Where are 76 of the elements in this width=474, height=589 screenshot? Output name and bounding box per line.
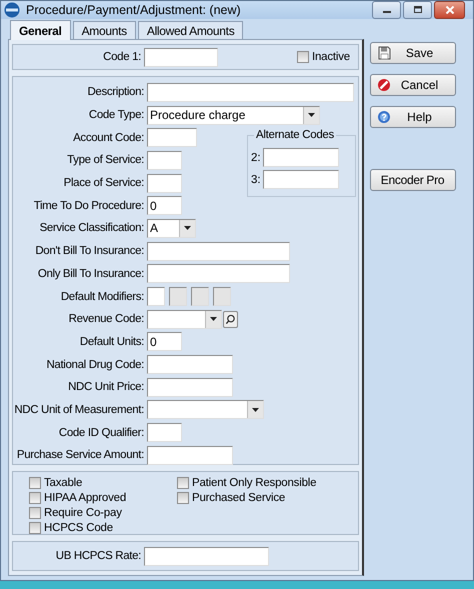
dropdown[interactable]: A — [147, 218, 196, 238]
input-field[interactable] — [147, 128, 197, 148]
field-label: 3: — [251, 174, 261, 186]
checkbox-label: Patient Only Responsible — [192, 476, 316, 488]
field-label: UB HCPCS Rate: — [54, 550, 142, 562]
input-field[interactable] — [147, 423, 182, 442]
checkbox[interactable] — [29, 522, 41, 534]
input-field[interactable] — [263, 170, 339, 189]
field-label: NDC Unit of Measurement: — [13, 404, 144, 416]
input-field[interactable] — [147, 355, 233, 374]
input-field[interactable] — [147, 174, 182, 193]
checkbox-label: Purchased Service — [192, 492, 286, 504]
input-field[interactable] — [147, 82, 354, 102]
field-label: Purchase Service Amount: — [16, 449, 144, 462]
field-label: NDC Unit Price: — [67, 381, 144, 394]
field-label: Only Bill To Insurance: — [36, 268, 144, 280]
maximize-icon — [412, 6, 422, 14]
input-field[interactable] — [147, 242, 290, 261]
checkbox-label: HCPCS Code — [44, 522, 113, 534]
checkbox[interactable] — [29, 476, 41, 488]
field-label: Account Code: — [72, 132, 144, 144]
input-field[interactable] — [147, 378, 233, 397]
input-field[interactable] — [147, 150, 182, 170]
input-field[interactable] — [144, 546, 269, 566]
checkbox[interactable] — [29, 506, 41, 518]
input-field[interactable] — [147, 446, 233, 465]
checkbox-label: Require Co-pay — [44, 506, 122, 518]
checkbox[interactable] — [29, 492, 41, 504]
field-label: Code ID Qualifier: — [58, 426, 144, 439]
dropdown[interactable] — [147, 400, 264, 420]
field-label: Default Modifiers: — [60, 290, 144, 303]
encoder-button[interactable]: Encoder Pro — [370, 169, 456, 191]
caret-icon — [252, 408, 259, 412]
field-label: Time To Do Procedure: — [32, 200, 144, 212]
dropdown[interactable]: Procedure charge — [147, 106, 320, 125]
field-label: Code Type: — [88, 109, 144, 122]
save-button[interactable]: Save — [370, 42, 456, 64]
field-label: Service Classification: — [38, 222, 144, 234]
field-label: Revenue Code: — [68, 313, 144, 326]
input-field[interactable]: 0 — [147, 332, 182, 352]
caret-icon — [184, 226, 191, 230]
lookup-button[interactable] — [223, 310, 238, 328]
no-entry-icon — [376, 78, 390, 92]
field-label: Description: — [86, 86, 144, 98]
input-field[interactable]: 0 — [147, 196, 182, 216]
checkbox[interactable] — [296, 51, 309, 63]
close-button[interactable] — [434, 1, 465, 19]
checkbox[interactable] — [177, 476, 189, 488]
caret-icon — [210, 317, 217, 322]
field-label: Place of Service: — [62, 177, 144, 190]
help-icon — [376, 110, 390, 124]
group-title: Alternate Codes — [254, 129, 336, 141]
field-label: National Drug Code: — [45, 358, 144, 371]
caret-icon — [308, 113, 315, 118]
tab[interactable]: Allowed Amounts — [138, 21, 244, 39]
field-label: 2: — [251, 152, 261, 164]
field-label: Default Units: — [78, 336, 144, 348]
input-field[interactable] — [147, 287, 165, 306]
field-label: Don't Bill To Insurance: — [34, 245, 144, 258]
field-label: Code 1: — [102, 51, 142, 63]
checkbox-label: Taxable — [44, 476, 82, 488]
input-field[interactable] — [263, 148, 339, 167]
maximize-button[interactable] — [403, 1, 432, 19]
input-field[interactable] — [147, 264, 290, 284]
window-title: Procedure/Payment/Adjustment: (new) — [26, 3, 242, 17]
checkbox-label: Inactive — [312, 51, 350, 63]
help-button[interactable]: Help — [370, 106, 456, 128]
cancel-button[interactable]: Cancel — [370, 74, 456, 96]
tab[interactable]: Amounts — [72, 21, 136, 39]
checkbox-label: HIPAA Approved — [44, 492, 126, 504]
input-field[interactable] — [144, 48, 218, 66]
close-icon — [444, 6, 454, 14]
tab[interactable]: General — [10, 20, 71, 40]
field-label: Type of Service: — [66, 154, 144, 166]
checkbox[interactable] — [177, 492, 189, 504]
minimize-button[interactable] — [372, 1, 401, 19]
